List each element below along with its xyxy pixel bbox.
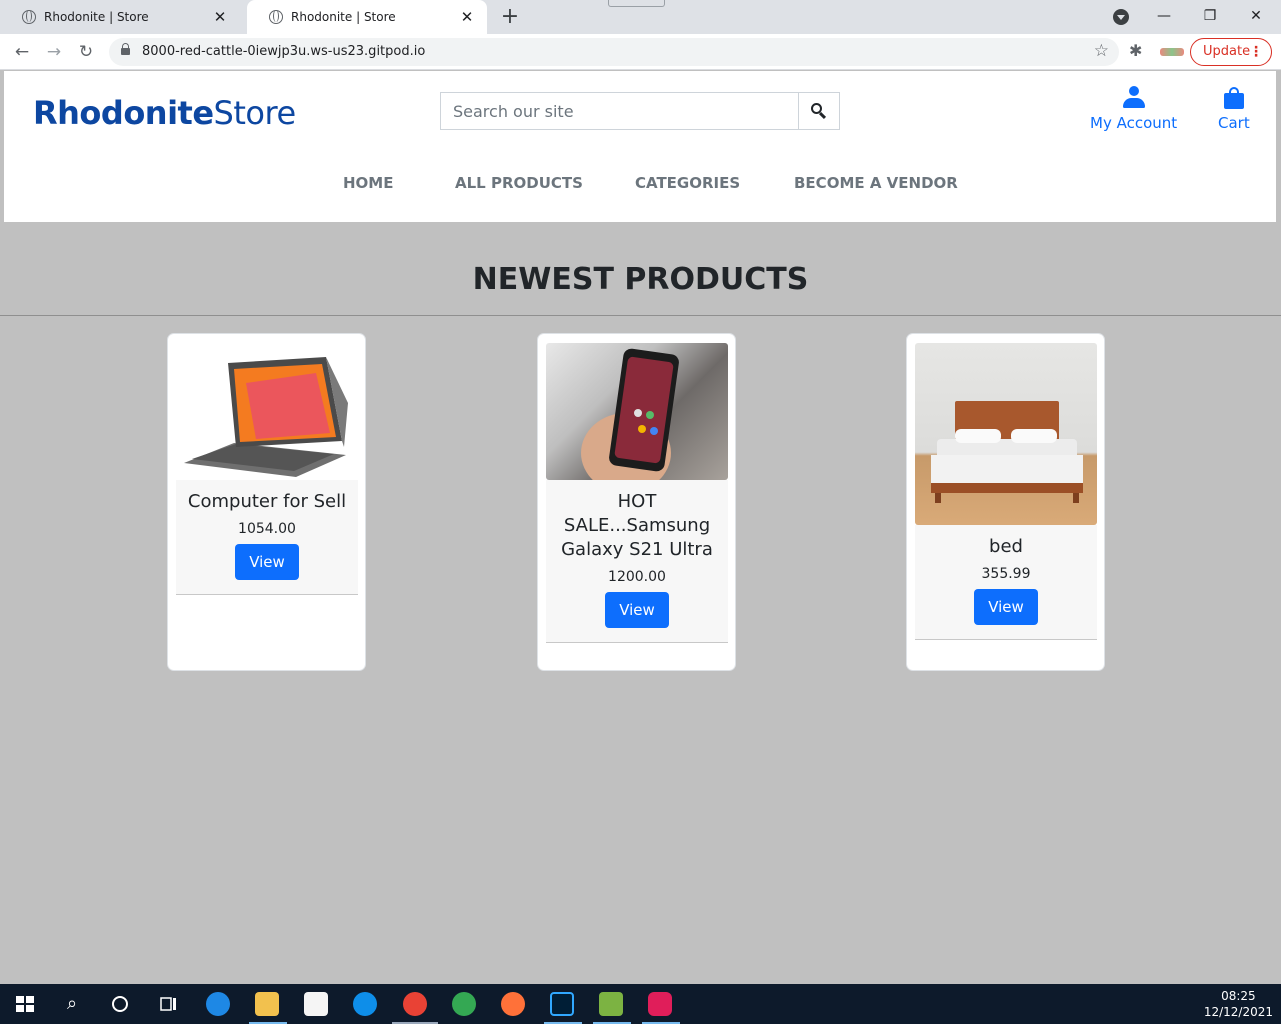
update-button[interactable]: Update ⋮ bbox=[1190, 38, 1272, 66]
section-divider bbox=[0, 315, 1281, 316]
extension-icon[interactable] bbox=[1160, 48, 1184, 56]
product-card: bed 355.99 View bbox=[906, 333, 1105, 671]
globe-icon bbox=[269, 10, 283, 24]
firefox-icon[interactable] bbox=[501, 992, 525, 1016]
restore-button[interactable]: ❐ bbox=[1187, 0, 1233, 34]
my-account-label: My Account bbox=[1090, 114, 1178, 132]
edge-icon[interactable] bbox=[206, 992, 230, 1016]
product-price: 1200.00 bbox=[608, 569, 666, 585]
extensions-puzzle-icon[interactable]: ✱ bbox=[1129, 41, 1142, 60]
nav-all-products[interactable]: ALL PRODUCTS bbox=[455, 174, 583, 192]
site-search bbox=[440, 92, 840, 130]
tab-title: Rhodonite | Store bbox=[44, 10, 149, 24]
product-name: HOT SALE...Samsung Galaxy S21 Ultra bbox=[561, 491, 713, 560]
minimize-button[interactable]: — bbox=[1141, 0, 1187, 34]
product-image[interactable] bbox=[176, 343, 358, 480]
windows-start-icon[interactable] bbox=[13, 992, 37, 1016]
product-price: 355.99 bbox=[981, 566, 1031, 582]
product-card: Computer for Sell 1054.00 View bbox=[167, 333, 366, 671]
search-icon bbox=[811, 103, 827, 119]
product-image[interactable] bbox=[915, 343, 1097, 525]
view-product-button[interactable]: View bbox=[235, 544, 299, 580]
nav-become-a-vendor[interactable]: BECOME A VENDOR bbox=[794, 174, 958, 192]
back-icon[interactable]: ← bbox=[10, 41, 34, 63]
cart-link[interactable]: Cart bbox=[1218, 86, 1250, 132]
shopping-bag-icon bbox=[1223, 86, 1245, 110]
reload-icon[interactable]: ↻ bbox=[74, 41, 98, 63]
clock-time: 08:25 bbox=[1221, 989, 1256, 1003]
chrome-icon[interactable] bbox=[452, 992, 476, 1016]
product-card-body: HOT SALE...Samsung Galaxy S21 Ultra 1200… bbox=[546, 480, 728, 643]
nav-home[interactable]: HOME bbox=[343, 174, 393, 192]
menu-kebab-icon: ⋮ bbox=[1249, 44, 1263, 60]
task-view-icon[interactable] bbox=[156, 992, 180, 1016]
browser-tab-1[interactable]: Rhodonite | Store ✕ bbox=[0, 0, 240, 34]
lock-icon[interactable] bbox=[121, 43, 130, 55]
close-tab-icon[interactable]: ✕ bbox=[212, 8, 228, 26]
product-price: 1054.00 bbox=[238, 521, 296, 537]
slack-icon[interactable] bbox=[648, 992, 672, 1016]
bookmark-star-icon[interactable]: ☆ bbox=[1094, 41, 1109, 61]
close-tab-icon[interactable]: ✕ bbox=[459, 8, 475, 26]
view-product-button[interactable]: View bbox=[974, 589, 1038, 625]
window-drag-handle[interactable] bbox=[608, 0, 665, 7]
globe-icon bbox=[22, 10, 36, 24]
product-name: bed bbox=[989, 536, 1023, 557]
windows-taskbar: ⌕ 08:25 12/12/2021 bbox=[0, 984, 1281, 1024]
view-product-button[interactable]: View bbox=[605, 592, 669, 628]
chrome-icon[interactable] bbox=[403, 992, 427, 1016]
browser-tab-2[interactable]: Rhodonite | Store ✕ bbox=[247, 0, 487, 34]
section-title: NEWEST PRODUCTS bbox=[472, 262, 809, 297]
url-text[interactable]: 8000-red-cattle-0iewjp3u.ws-us23.gitpod.… bbox=[142, 44, 425, 59]
product-card: HOT SALE...Samsung Galaxy S21 Ultra 1200… bbox=[537, 333, 736, 671]
address-bar[interactable]: 8000-red-cattle-0iewjp3u.ws-us23.gitpod.… bbox=[109, 38, 1119, 66]
forward-icon[interactable]: → bbox=[42, 41, 66, 63]
product-card-body: Computer for Sell 1054.00 View bbox=[176, 480, 358, 595]
browser-toolbar: ← → ↻ 8000-red-cattle-0iewjp3u.ws-us23.g… bbox=[0, 34, 1281, 70]
system-clock[interactable]: 08:25 12/12/2021 bbox=[1204, 988, 1273, 1020]
tab-search-icon[interactable] bbox=[1113, 9, 1129, 25]
product-card-body: bed 355.99 View bbox=[915, 525, 1097, 640]
nav-categories[interactable]: CATEGORIES bbox=[635, 174, 740, 192]
photoshop-icon[interactable] bbox=[550, 992, 574, 1016]
search-icon[interactable]: ⌕ bbox=[60, 992, 84, 1016]
product-name: Computer for Sell bbox=[187, 491, 347, 512]
clock-date: 12/12/2021 bbox=[1203, 1005, 1273, 1019]
product-image[interactable] bbox=[546, 343, 728, 480]
site-logo[interactable]: RhodoniteStore bbox=[33, 94, 296, 132]
close-window-button[interactable]: ✕ bbox=[1233, 0, 1279, 34]
site-header: RhodoniteStore My Account Cart HOME ALL … bbox=[4, 71, 1276, 222]
file-explorer-icon[interactable] bbox=[255, 992, 279, 1016]
store-icon[interactable] bbox=[304, 992, 328, 1016]
teamviewer-icon[interactable] bbox=[353, 992, 377, 1016]
update-label: Update bbox=[1203, 44, 1251, 59]
cortana-icon[interactable] bbox=[108, 992, 132, 1016]
search-input[interactable] bbox=[441, 93, 799, 129]
user-icon bbox=[1122, 86, 1145, 110]
browser-tabstrip: Rhodonite | Store ✕ Rhodonite | Store ✕ … bbox=[0, 0, 1281, 34]
app-icon[interactable] bbox=[599, 992, 623, 1016]
tab-title: Rhodonite | Store bbox=[291, 10, 396, 24]
search-button[interactable] bbox=[798, 93, 839, 129]
new-tab-button[interactable]: + bbox=[497, 4, 523, 30]
main-nav: HOME ALL PRODUCTS CATEGORIES BECOME A VE… bbox=[4, 174, 1276, 198]
cart-label: Cart bbox=[1218, 114, 1250, 132]
my-account-link[interactable]: My Account bbox=[1090, 86, 1177, 132]
